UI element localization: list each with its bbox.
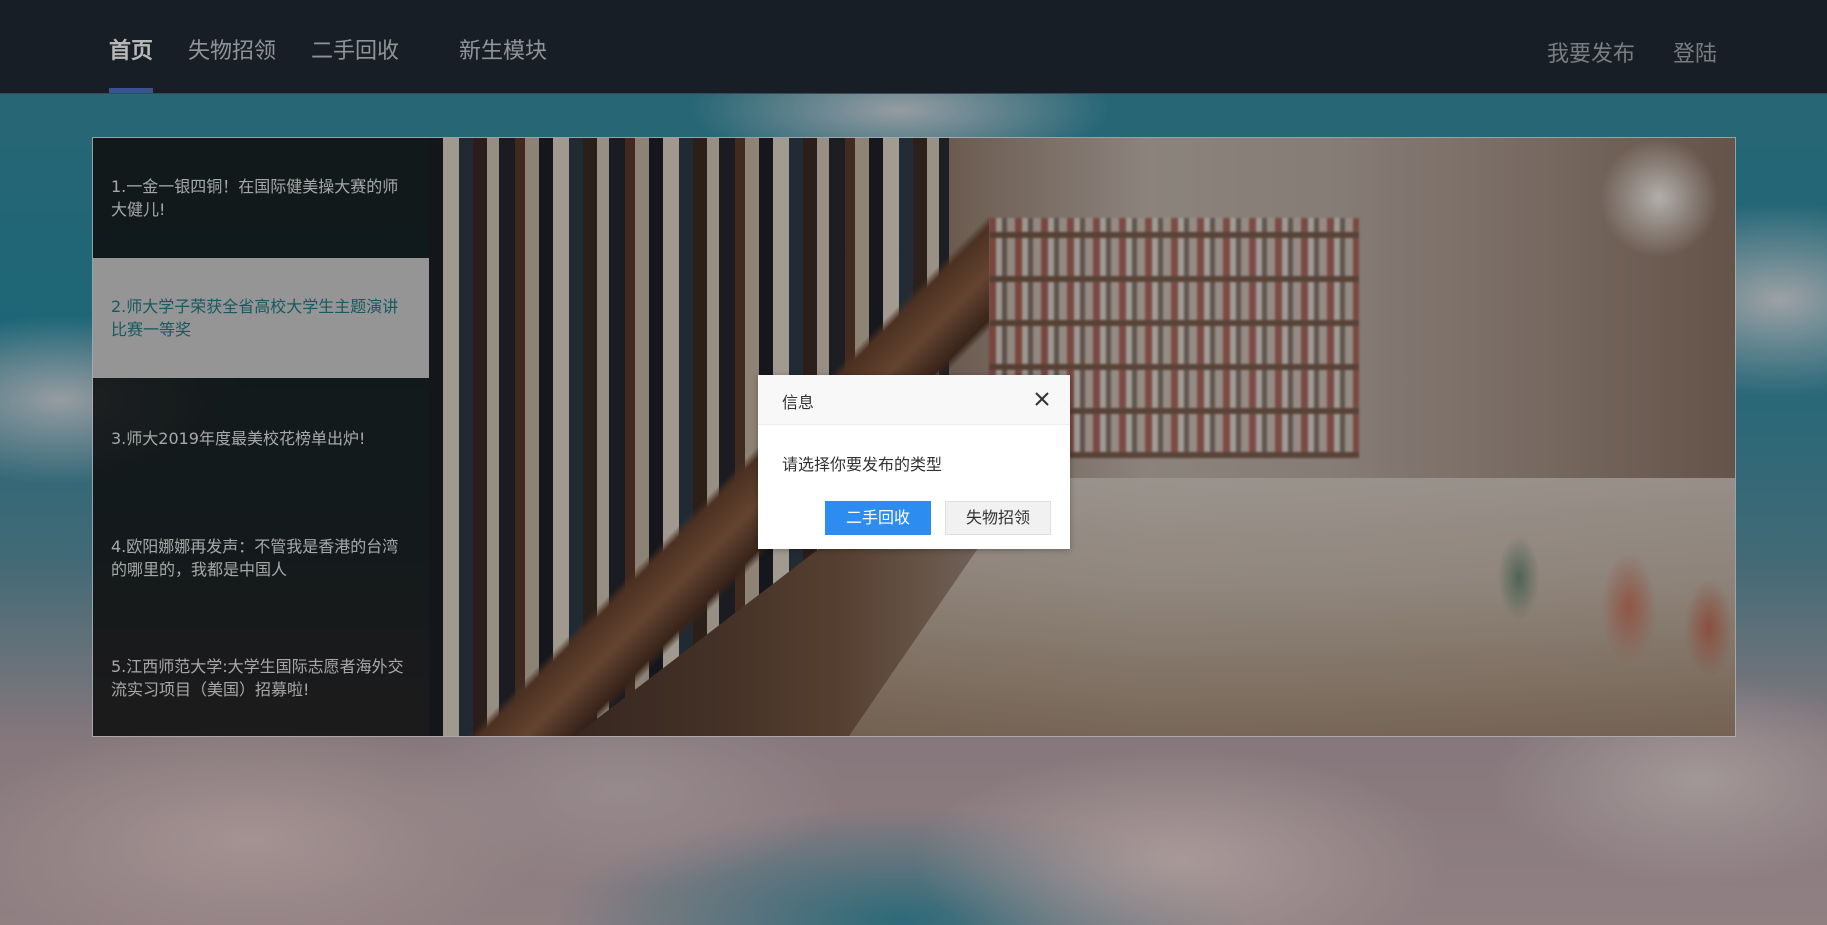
lost-and-found-button[interactable]: 失物招领 xyxy=(945,501,1051,535)
dialog-message: 请选择你要发布的类型 xyxy=(782,455,943,474)
close-icon[interactable] xyxy=(1030,387,1054,411)
dialog-title: 信息 xyxy=(782,393,815,412)
publish-type-dialog: 信息 请选择你要发布的类型 二手回收 失物招领 xyxy=(758,375,1070,549)
dialog-header: 信息 xyxy=(758,375,1070,425)
second-hand-button[interactable]: 二手回收 xyxy=(825,501,931,535)
